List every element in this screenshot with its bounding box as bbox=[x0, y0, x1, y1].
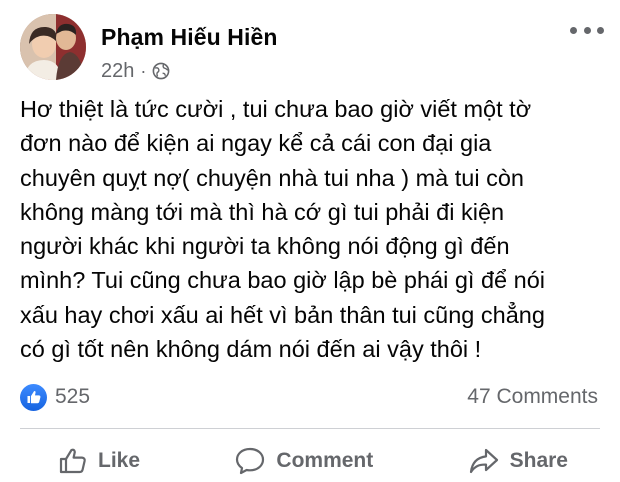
comment-label: Comment bbox=[276, 449, 374, 472]
like-label: Like bbox=[98, 449, 141, 472]
meta-separator: · bbox=[140, 60, 147, 81]
share-icon bbox=[469, 448, 498, 474]
share-button[interactable]: Share bbox=[468, 446, 568, 476]
comments-count[interactable]: 47 Comments bbox=[467, 382, 598, 412]
avatar[interactable] bbox=[20, 14, 86, 80]
post-text: Hơ thiệt là tức cười , tui chưa bao giờ … bbox=[20, 96, 545, 363]
share-label: Share bbox=[509, 449, 568, 472]
thumbs-up-icon bbox=[59, 448, 86, 474]
avatar-photo bbox=[20, 14, 86, 80]
action-bar: Like Comment Share bbox=[20, 440, 600, 482]
more-dot bbox=[583, 26, 591, 34]
author-name[interactable]: Phạm Hiếu Hiền bbox=[101, 24, 278, 51]
like-button[interactable]: Like bbox=[58, 446, 140, 476]
divider bbox=[20, 428, 600, 429]
reaction-count: 525 bbox=[55, 385, 91, 408]
post-meta: 22h · bbox=[101, 58, 170, 84]
comment-icon bbox=[236, 447, 265, 475]
more-dot bbox=[597, 26, 604, 34]
globe-icon[interactable] bbox=[152, 62, 170, 80]
like-reaction-icon bbox=[20, 383, 47, 411]
post-time[interactable]: 22h bbox=[101, 60, 134, 83]
reaction-summary[interactable]: 525 bbox=[20, 382, 90, 412]
more-options-button[interactable] bbox=[570, 20, 604, 40]
comment-button[interactable]: Comment bbox=[234, 446, 373, 476]
more-dots-icon bbox=[570, 26, 577, 34]
facebook-post: Phạm Hiếu Hiền 22h · Hơ thiệt là tức cườ… bbox=[0, 0, 620, 482]
